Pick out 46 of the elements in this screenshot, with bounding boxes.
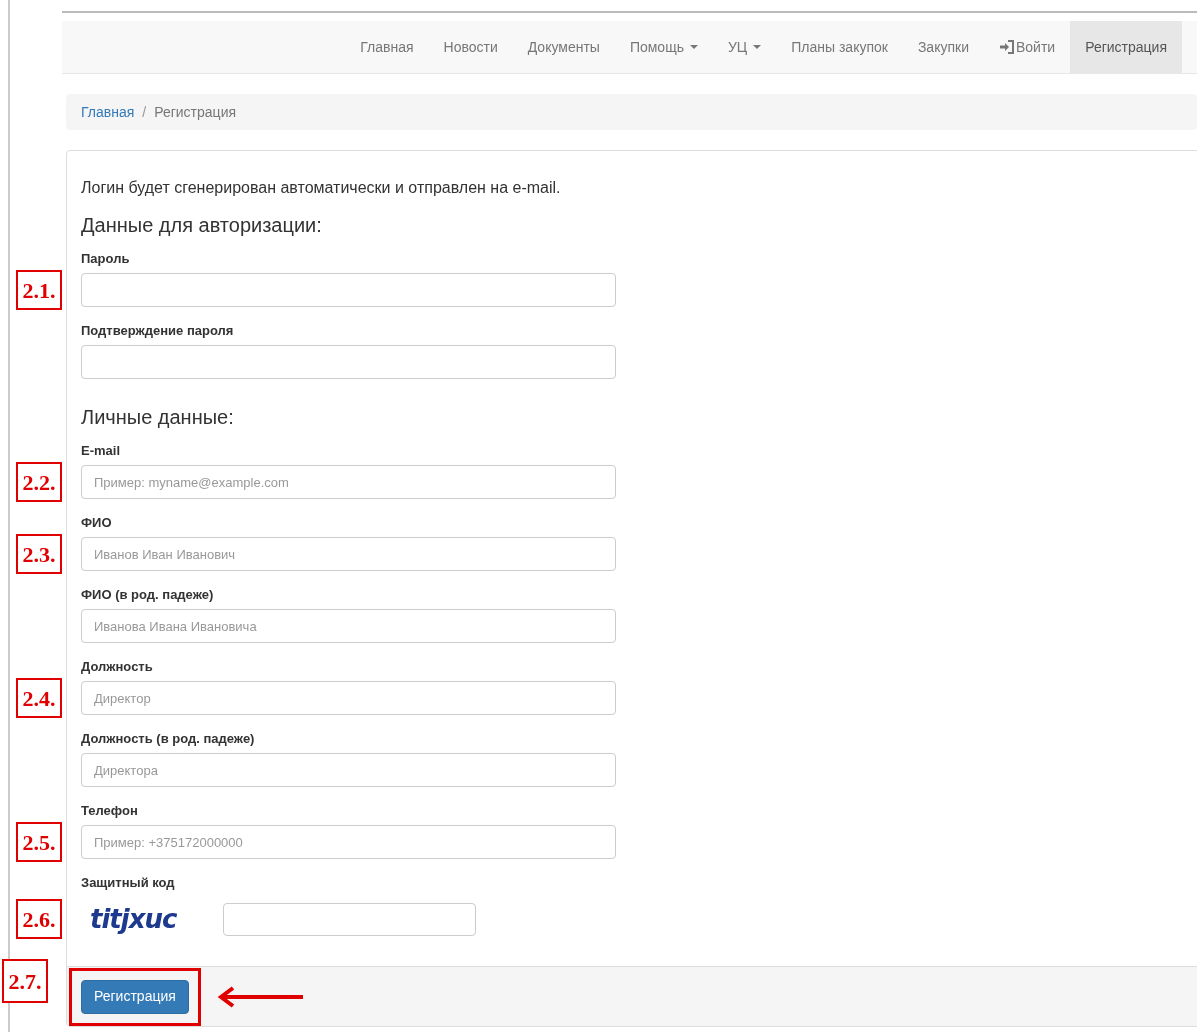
nav-link[interactable]: Планы закупок [776,21,903,73]
captcha-input[interactable] [223,902,476,936]
annotation-label: 2.6. [16,899,62,939]
login-icon [998,40,1015,54]
nav-link[interactable]: Закупки [902,21,984,73]
register-button[interactable]: Регистрация [81,979,189,1014]
breadcrumb-separator: / [141,102,148,122]
section-heading: Данные для авторизации: [81,213,323,238]
input-field[interactable] [81,345,616,379]
nav-link[interactable]: Новости [428,21,513,73]
caret-icon [689,45,698,49]
input-field[interactable]: Иванова Ивана Ивановича [81,609,616,643]
field-label: Должность [81,658,154,676]
nav-link[interactable]: Регистрация [1070,21,1182,73]
nav-link[interactable]: УЦ [712,21,777,73]
annotation-label: 2.7. [2,959,48,1003]
breadcrumb-link[interactable]: Главная [81,101,135,123]
nav-link[interactable]: Документы [512,21,615,73]
breadcrumb-current: Регистрация [154,102,237,122]
section-heading: Личные данные: [81,405,235,430]
input-field[interactable]: Пример: myname@example.com [81,465,616,499]
nav-link[interactable]: Помощь [614,21,713,73]
field-label: E-mail [81,442,121,460]
field-label: Телефон [81,802,139,820]
annotation-label: 2.4. [16,678,62,718]
annotation-label: 2.2. [16,462,62,502]
field-label: Подтверждение пароля [81,322,235,340]
field-label: Должность (в род. падеже) [81,730,256,748]
input-field[interactable] [81,273,616,307]
arrow-icon [216,984,305,1009]
input-field[interactable]: Иванов Иван Иванович [81,537,616,571]
nav-link[interactable]: Главная [345,21,429,73]
nav-link[interactable]: Войти [983,21,1071,73]
annotation-label: 2.3. [16,534,62,574]
caret-icon [753,45,762,49]
input-field[interactable]: Директора [81,753,616,787]
annotation-label: 2.5. [16,822,62,862]
input-field[interactable]: Пример: +375172000000 [81,825,616,859]
field-label: ФИО [81,514,113,532]
input-field[interactable]: Директор [81,681,616,715]
captcha-image: titjxuc [90,902,178,936]
intro-text: Логин будет сгенерирован автоматически и отправлен на e-mail. [81,178,562,198]
annotation-label: 2.1. [16,270,62,310]
field-label: Пароль [81,250,131,268]
field-label: Защитный код [81,874,176,892]
field-label: ФИО (в род. падеже) [81,586,215,604]
